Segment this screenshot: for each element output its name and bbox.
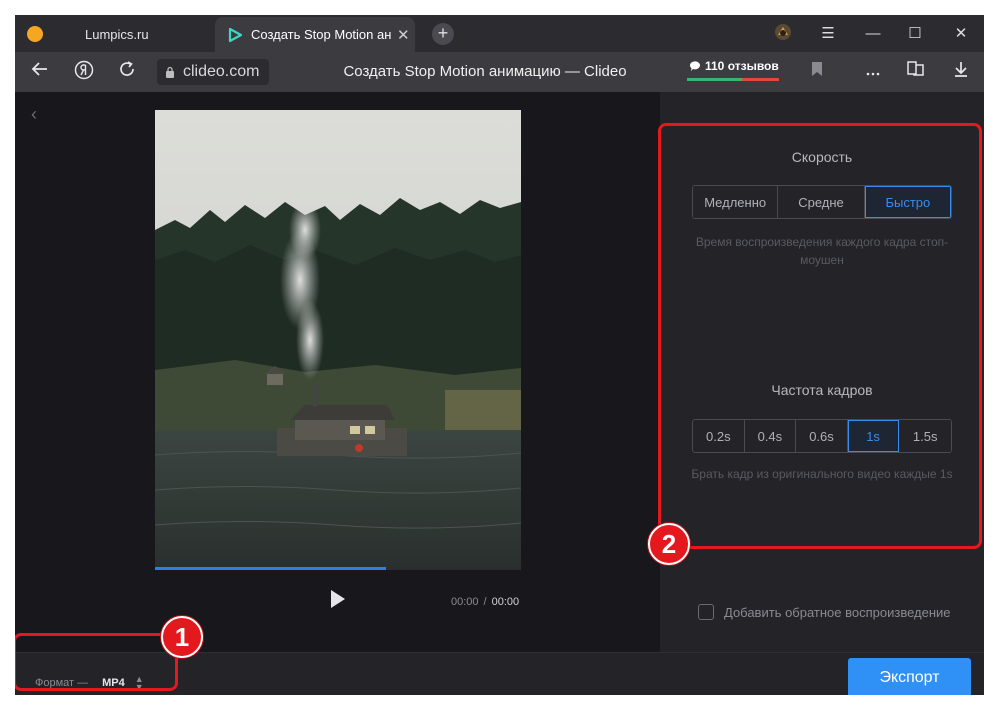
annotation-box-settings <box>658 123 982 549</box>
back-arrow-icon[interactable] <box>28 60 52 84</box>
reverse-label: Добавить обратное воспроизведение <box>724 604 951 620</box>
minimize-button[interactable]: — <box>862 23 884 45</box>
browser-logo-icon[interactable] <box>27 26 43 42</box>
video-preview[interactable] <box>155 110 521 567</box>
maximize-button[interactable]: ☐ <box>904 23 926 45</box>
download-icon[interactable] <box>949 60 973 84</box>
play-icon[interactable] <box>328 588 348 610</box>
reviews-badge[interactable]: 110 отзывов <box>685 59 781 85</box>
tab-clideo[interactable]: Создать Stop Motion ан ✕ <box>215 17 415 52</box>
address-bar[interactable]: clideo.com <box>157 59 269 85</box>
video-frame-image <box>155 110 521 567</box>
address-text: clideo.com <box>183 63 260 80</box>
reload-icon[interactable] <box>115 60 139 84</box>
time-total: 00:00 <box>491 596 520 608</box>
time-display: 00:00 / 00:00 <box>451 596 519 608</box>
page-title: Создать Stop Motion анимацию — Clideo <box>343 63 627 80</box>
lock-icon <box>166 66 174 78</box>
tab-title: Lumpics.ru <box>85 27 149 42</box>
reviews-rating-bar <box>687 78 779 81</box>
annotation-marker-2: 2 <box>648 523 690 565</box>
browser-window: Lumpics.ru Создать Stop Motion ан ✕ + ☰ … <box>15 15 984 695</box>
annotation-box-format <box>15 633 178 691</box>
speech-bubble-icon <box>689 61 700 71</box>
reviews-count: 110 отзывов <box>705 59 779 73</box>
more-icon[interactable] <box>861 60 885 84</box>
back-chevron-icon[interactable]: ‹ <box>31 104 37 125</box>
reverse-playback-option[interactable]: Добавить обратное воспроизведение <box>698 604 951 620</box>
time-separator: / <box>483 596 487 608</box>
yandex-icon[interactable] <box>72 60 96 84</box>
export-button[interactable]: Экспорт <box>848 658 971 695</box>
new-tab-button[interactable]: + <box>432 23 454 45</box>
avatar-icon[interactable] <box>772 23 794 45</box>
tab-title: Создать Stop Motion ан <box>251 27 392 42</box>
bookmark-icon[interactable] <box>805 60 829 84</box>
reverse-checkbox[interactable] <box>698 604 714 620</box>
menu-icon[interactable]: ☰ <box>817 23 839 45</box>
video-progress-bar[interactable] <box>155 567 521 570</box>
tab-strip: Lumpics.ru Создать Stop Motion ан ✕ + ☰ … <box>15 15 984 52</box>
time-current: 00:00 <box>451 596 479 608</box>
avatar-image <box>775 24 791 40</box>
video-progress-fill <box>155 567 386 570</box>
browser-toolbar: clideo.com Создать Stop Motion анимацию … <box>15 52 984 92</box>
collections-icon[interactable] <box>904 60 928 84</box>
close-window-button[interactable]: ✕ <box>950 23 972 45</box>
annotation-marker-1: 1 <box>161 616 203 658</box>
clideo-play-icon <box>228 27 243 42</box>
tab-close-icon[interactable]: ✕ <box>397 26 410 44</box>
tab-lumpics[interactable]: Lumpics.ru <box>55 17 215 52</box>
